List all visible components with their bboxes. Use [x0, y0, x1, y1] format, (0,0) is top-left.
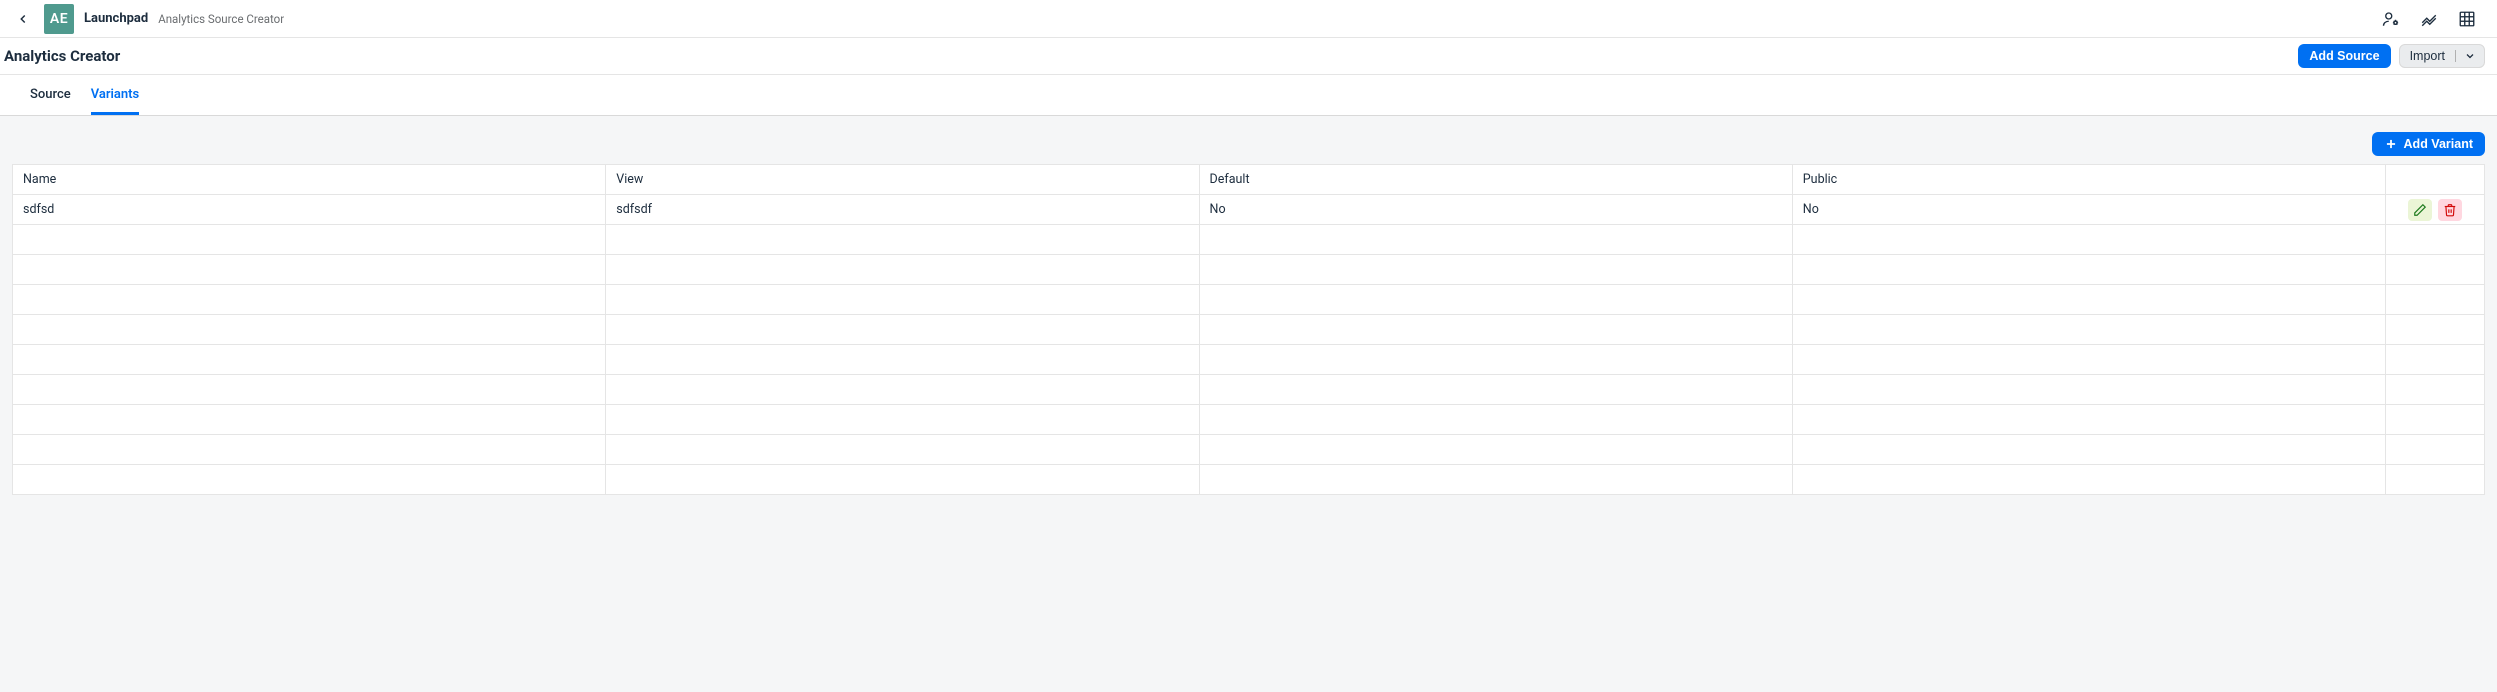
- edit-button[interactable]: [2408, 199, 2432, 221]
- cell-view: sdfsdf: [606, 195, 1199, 225]
- cell-empty: [1199, 285, 1792, 315]
- table-row-empty: [13, 225, 2485, 255]
- cell-empty: [13, 435, 606, 465]
- tab-bar: Source Variants: [0, 75, 2497, 116]
- cell-empty: [13, 315, 606, 345]
- cell-empty: [1792, 465, 2385, 495]
- add-source-label: Add Source: [2309, 49, 2379, 63]
- col-header-name: Name: [13, 165, 606, 195]
- chevron-left-icon: [16, 12, 30, 26]
- cell-empty: [13, 345, 606, 375]
- cell-empty: [1199, 405, 1792, 435]
- shell-title: Launchpad: [84, 11, 148, 26]
- table-row-empty: [13, 465, 2485, 495]
- cell-empty: [606, 345, 1199, 375]
- import-dropdown-button[interactable]: [2456, 45, 2484, 67]
- table-row-empty: [13, 375, 2485, 405]
- cell-empty: [1792, 345, 2385, 375]
- tab-source[interactable]: Source: [30, 75, 71, 115]
- cell-empty: [606, 285, 1199, 315]
- chart-line-icon: [2420, 10, 2438, 28]
- table-header-row: Name View Default Public: [13, 165, 2485, 195]
- delete-button[interactable]: [2438, 199, 2462, 221]
- cell-empty: [2386, 315, 2485, 345]
- user-gear-icon: [2382, 10, 2400, 28]
- pencil-icon: [2413, 203, 2427, 217]
- cell-empty: [606, 405, 1199, 435]
- analytics-button[interactable]: [2419, 9, 2439, 29]
- cell-empty: [606, 435, 1199, 465]
- trash-icon: [2443, 203, 2457, 217]
- cell-empty: [13, 285, 606, 315]
- table-row-empty: [13, 315, 2485, 345]
- add-variant-button[interactable]: Add Variant: [2372, 132, 2485, 156]
- cell-empty: [2386, 465, 2485, 495]
- import-button-group: Import: [2399, 44, 2485, 68]
- add-source-button[interactable]: Add Source: [2298, 44, 2390, 68]
- grid-icon: [2458, 10, 2476, 28]
- cell-name: sdfsd: [13, 195, 606, 225]
- cell-empty: [13, 405, 606, 435]
- cell-empty: [13, 375, 606, 405]
- cell-empty: [2386, 375, 2485, 405]
- variants-table: Name View Default Public sdfsdsdfsdfNoNo: [12, 164, 2485, 495]
- cell-empty: [1199, 225, 1792, 255]
- cell-empty: [1792, 225, 2385, 255]
- cell-empty: [13, 255, 606, 285]
- cell-empty: [1199, 465, 1792, 495]
- cell-empty: [2386, 405, 2485, 435]
- cell-empty: [1199, 375, 1792, 405]
- cell-actions: [2386, 195, 2485, 225]
- grid-button[interactable]: [2457, 9, 2477, 29]
- cell-empty: [606, 315, 1199, 345]
- col-header-actions: [2386, 165, 2485, 195]
- table-row-empty: [13, 345, 2485, 375]
- cell-empty: [2386, 255, 2485, 285]
- cell-empty: [606, 465, 1199, 495]
- import-label: Import: [2410, 49, 2445, 63]
- cell-empty: [2386, 435, 2485, 465]
- cell-empty: [606, 375, 1199, 405]
- table-row-empty: [13, 285, 2485, 315]
- add-variant-label: Add Variant: [2404, 137, 2473, 151]
- col-header-view: View: [606, 165, 1199, 195]
- cell-empty: [2386, 345, 2485, 375]
- cell-public: No: [1792, 195, 2385, 225]
- table-row-empty: [13, 405, 2485, 435]
- cell-empty: [1792, 285, 2385, 315]
- cell-empty: [13, 465, 606, 495]
- table-row[interactable]: sdfsdsdfsdfNoNo: [13, 195, 2485, 225]
- cell-empty: [1199, 345, 1792, 375]
- cell-empty: [1199, 255, 1792, 285]
- chevron-down-icon: [2464, 50, 2476, 62]
- cell-empty: [1199, 435, 1792, 465]
- cell-empty: [1792, 255, 2385, 285]
- cell-default: No: [1199, 195, 1792, 225]
- cell-empty: [13, 225, 606, 255]
- shell-subtitle: Analytics Source Creator: [158, 12, 284, 26]
- back-button[interactable]: [12, 8, 34, 30]
- app-logo: AE: [44, 4, 74, 34]
- cell-empty: [2386, 285, 2485, 315]
- shell-bar: AE Launchpad Analytics Source Creator: [0, 0, 2497, 38]
- table-row-empty: [13, 435, 2485, 465]
- tab-variants[interactable]: Variants: [91, 75, 139, 115]
- cell-empty: [1792, 315, 2385, 345]
- cell-empty: [1792, 405, 2385, 435]
- cell-empty: [2386, 225, 2485, 255]
- cell-empty: [1199, 315, 1792, 345]
- cell-empty: [1792, 375, 2385, 405]
- cell-empty: [1792, 435, 2385, 465]
- page-title: Analytics Creator: [4, 47, 120, 65]
- import-button[interactable]: Import: [2400, 45, 2455, 67]
- plus-icon: [2384, 137, 2398, 151]
- cell-empty: [606, 255, 1199, 285]
- cell-empty: [606, 225, 1199, 255]
- content-area: Add Variant Name View Default Public sdf…: [0, 116, 2497, 525]
- table-row-empty: [13, 255, 2485, 285]
- col-header-public: Public: [1792, 165, 2385, 195]
- page-bar: Analytics Creator Add Source Import: [0, 38, 2497, 75]
- col-header-default: Default: [1199, 165, 1792, 195]
- user-settings-button[interactable]: [2381, 9, 2401, 29]
